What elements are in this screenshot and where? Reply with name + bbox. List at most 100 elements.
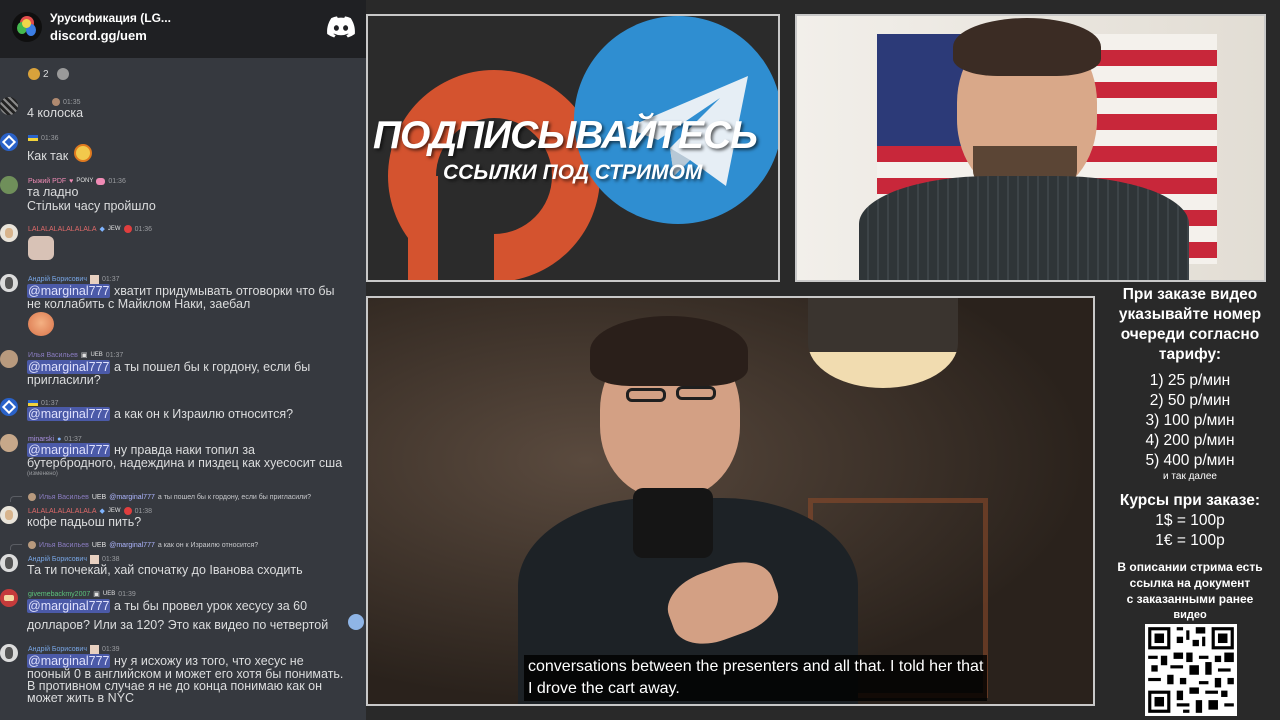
tariff-more: и так далее [1163, 471, 1217, 482]
webcam-feed [795, 14, 1266, 282]
message-time: 01:37 [41, 399, 59, 407]
promo-banner: ПОДПИСЫВАЙТЕСЬ ССЫЛКИ ПОД СТРИМОМ [366, 14, 780, 282]
message-line: та ладно [27, 185, 79, 199]
reaction-add[interactable] [56, 68, 69, 80]
promo-subtitle: ССЫЛКИ ПОД СТРИМОМ [443, 161, 703, 184]
author-name[interactable]: Рыжий PDF [28, 178, 66, 185]
info-heading-line: При заказе видео [1122, 286, 1258, 303]
message-time: 01:39 [118, 590, 136, 598]
server-icon[interactable] [12, 12, 42, 42]
reply-avatar-icon [28, 493, 36, 501]
avatar[interactable] [0, 644, 18, 662]
avatar[interactable] [0, 224, 18, 242]
author-name[interactable]: givemebackmy2007 [28, 591, 90, 598]
red-badge-icon [123, 225, 132, 233]
author-name[interactable]: LALALALALALALALA [28, 508, 97, 515]
avatar[interactable] [0, 506, 18, 524]
description-line: ссылка на документ [1129, 576, 1251, 590]
message-time: 01:37 [105, 351, 124, 359]
message-text: Та ти почекай, хай спочатку до Іванова с… [27, 563, 303, 577]
lamp-shape [808, 298, 958, 388]
user-mention[interactable]: @marginal777 [27, 443, 111, 457]
message-time: 01:35 [63, 98, 81, 106]
tariff-item: 4) 200 р/мин [1145, 432, 1235, 449]
avatar[interactable] [0, 176, 18, 194]
avatar[interactable] [0, 133, 18, 151]
user-mention[interactable]: @marginal777 [27, 407, 111, 421]
user-mention[interactable]: @marginal777 [27, 360, 111, 374]
reply-badge: UEB [91, 493, 107, 501]
avatar[interactable] [0, 398, 18, 416]
tariff-item: 2) 50 р/мин [1149, 392, 1231, 409]
author-badge-icon [89, 274, 99, 284]
description-line: видео [1173, 609, 1207, 621]
author-name[interactable]: Андрій Борисович [28, 646, 87, 653]
order-info-panel: При заказе видео указывайте номер очеред… [1100, 282, 1280, 720]
tariff-item: 3) 100 р/мин [1145, 412, 1235, 429]
message-line: ну правда наки топил за [113, 443, 256, 457]
author-name[interactable]: Илья Васильев [28, 352, 78, 359]
role-badge: UEB [102, 591, 116, 597]
description-line: В описании стрима есть [1117, 560, 1263, 574]
avatar[interactable] [0, 97, 18, 115]
tariff-item: 1) 25 р/мин [1149, 372, 1231, 389]
video-caption: conversations between the presenters and… [524, 655, 988, 701]
message-line: может жить в NYC [27, 691, 135, 705]
reply-author: Илья Васильев [39, 493, 89, 501]
angry-emoji-icon [28, 312, 54, 336]
smile-emoji-icon [28, 68, 40, 80]
role-badge: JEW [107, 226, 121, 232]
message-line: а ты бы провел урок хесусу за 60 [113, 599, 308, 613]
reaction-bar: 2 [28, 66, 69, 82]
message-text: а как он к Израилю относится? [113, 407, 294, 421]
avatar[interactable] [0, 589, 18, 607]
reply-badge: UEB [91, 541, 107, 549]
reply-mention: @marginal777 [109, 541, 155, 549]
rate-item: 1€ = 100р [1155, 532, 1225, 549]
server-invite-link[interactable]: discord.gg/uem [50, 28, 147, 43]
avatar-mini-icon [52, 98, 60, 106]
flag-badge-icon [28, 400, 38, 406]
avatar[interactable] [0, 434, 18, 452]
message-time: 01:36 [41, 134, 59, 142]
caption-line: conversations between the presenters and… [528, 658, 984, 675]
reply-connector [10, 496, 22, 502]
message-line: хватит придумывать отговорки что бы [113, 284, 335, 298]
heart-icon: ♥ [69, 177, 74, 185]
reaction-smile[interactable]: 2 [28, 68, 49, 80]
avatar[interactable] [0, 350, 18, 368]
globe-icon: ● [57, 435, 62, 443]
qr-code-icon[interactable] [1145, 624, 1237, 716]
reply-preview[interactable]: Илья Васильев UEB @marginal777 а как он … [28, 541, 258, 549]
stream-layout: Урусификация (LG... discord.gg/uem 2 01:… [0, 0, 1280, 720]
add-reaction-icon [56, 68, 69, 80]
info-heading-line: очереди согласно [1120, 326, 1260, 343]
user-mention[interactable]: @marginal777 [27, 654, 111, 668]
user-mention[interactable]: @marginal777 [27, 599, 111, 613]
reply-avatar-icon [28, 541, 36, 549]
author-name[interactable]: Андрій Борисович [28, 556, 87, 563]
author-name[interactable]: minarski [28, 436, 54, 443]
message-text: кофе падьош пить? [27, 515, 142, 529]
avatar[interactable] [0, 554, 18, 572]
message-time: 01:38 [101, 555, 120, 563]
author-name[interactable]: LALALALALALALALA [28, 226, 97, 233]
emoji-icon [348, 614, 364, 630]
rates-title: Курсы при заказе: [1119, 492, 1261, 509]
author-name[interactable]: Андрій Борисович [28, 276, 87, 283]
reply-preview[interactable]: Илья Васильев UEB @marginal777 а ты поше… [28, 493, 311, 501]
shield-icon: ▣ [80, 352, 88, 359]
main-video-player[interactable]: conversations between the presenters and… [366, 296, 1095, 706]
message-line: не коллабить с Майклом Наки, заебал [27, 297, 251, 311]
message-time: 01:39 [101, 645, 120, 653]
edited-label: (изменено) [27, 471, 58, 477]
reply-mention: @marginal777 [109, 493, 155, 501]
avatar[interactable] [0, 274, 18, 292]
shield-icon: ▣ [93, 591, 100, 598]
diamond-icon: ◆ [99, 226, 105, 233]
user-mention[interactable]: @marginal777 [27, 284, 111, 298]
rate-item: 1$ = 100р [1155, 512, 1225, 529]
diamond-icon: ◆ [99, 508, 105, 515]
author-badge-icon [89, 644, 99, 654]
chat-header: Урусификация (LG... discord.gg/uem [0, 0, 366, 58]
